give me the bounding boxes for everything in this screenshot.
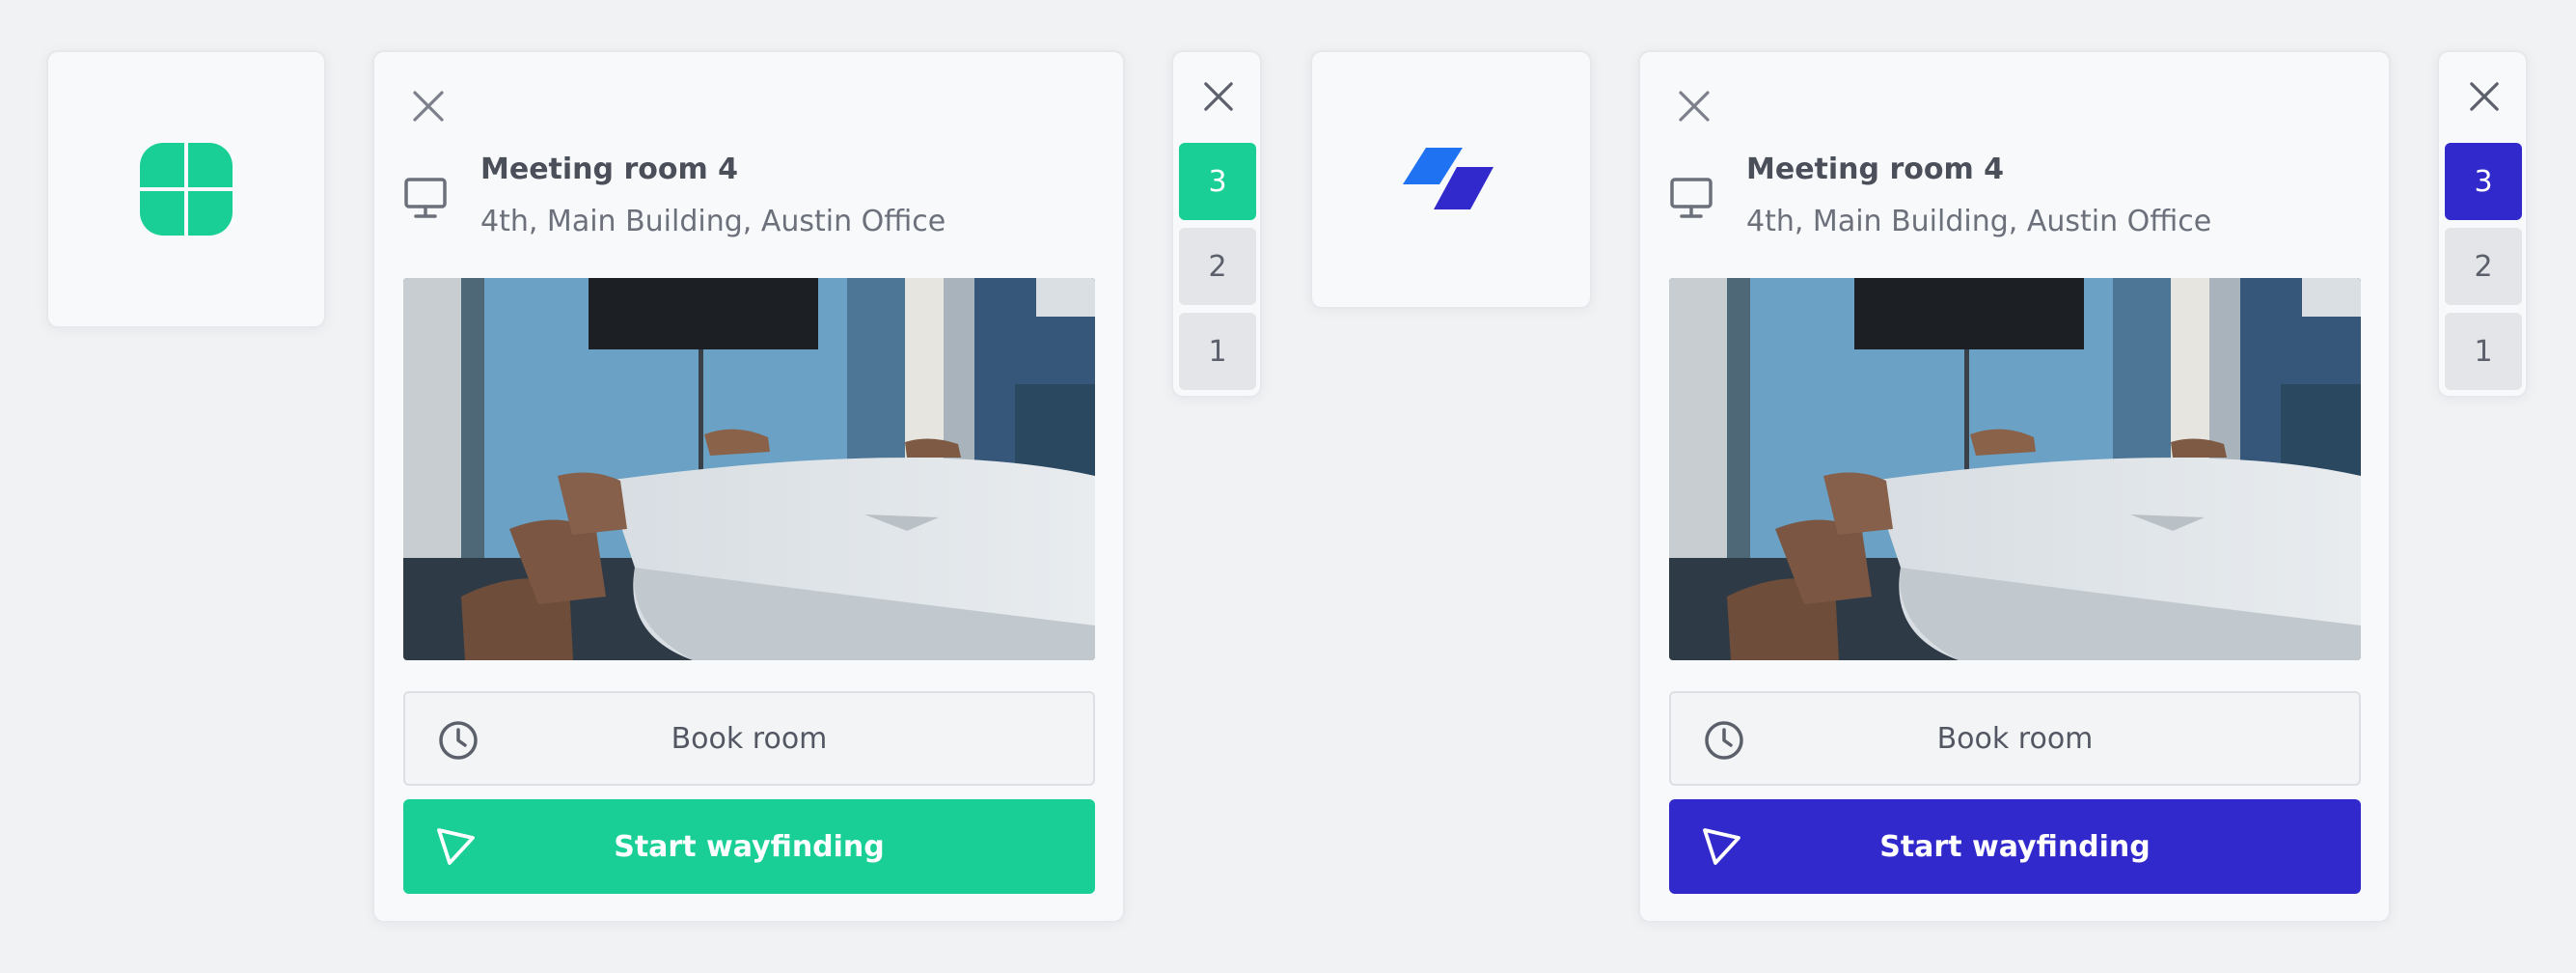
book-room-button[interactable]: Book room xyxy=(1669,691,2361,786)
close-icon[interactable] xyxy=(409,87,448,125)
clock-icon xyxy=(1705,721,1743,760)
room-header: Meeting room 4 4th, Main Building, Austi… xyxy=(403,153,1094,239)
floor-button-1[interactable]: 1 xyxy=(2445,313,2522,390)
close-icon[interactable] xyxy=(1675,87,1713,125)
floor-button-1[interactable]: 1 xyxy=(1179,313,1256,390)
room-location: 4th, Main Building, Austin Office xyxy=(480,205,946,238)
room-location: 4th, Main Building, Austin Office xyxy=(1746,205,2212,238)
location-details-panel: Meeting room 4 4th, Main Building, Austi… xyxy=(372,50,1125,923)
start-wayfinding-button[interactable]: Start wayfinding xyxy=(1669,799,2361,894)
floor-button-3[interactable]: 3 xyxy=(1179,143,1256,220)
floor-button-2[interactable]: 2 xyxy=(1179,228,1256,305)
blue-parallelogram-logo-icon xyxy=(1403,148,1494,209)
floor-selector: 3 2 1 xyxy=(1171,50,1262,398)
brand-logo-card xyxy=(1310,50,1592,309)
monitor-icon xyxy=(404,178,447,218)
book-room-label: Book room xyxy=(1936,721,2094,756)
navigation-arrow-icon xyxy=(1703,828,1740,865)
monitor-icon xyxy=(1670,178,1713,218)
floor-button-3[interactable]: 3 xyxy=(2445,143,2522,220)
meeting-room-photo xyxy=(403,278,1095,660)
brand-logo-card xyxy=(46,50,326,328)
floor-selector: 3 2 1 xyxy=(2437,50,2528,398)
close-icon[interactable] xyxy=(1199,77,1238,116)
book-room-button[interactable]: Book room xyxy=(403,691,1095,786)
clock-icon xyxy=(439,721,478,760)
book-room-label: Book room xyxy=(671,721,828,756)
navigation-arrow-icon xyxy=(437,828,475,865)
room-header: Meeting room 4 4th, Main Building, Austi… xyxy=(1669,153,2360,239)
room-name: Meeting room 4 xyxy=(480,153,739,186)
floor-button-2[interactable]: 2 xyxy=(2445,228,2522,305)
green-clover-logo-icon xyxy=(140,143,233,236)
start-wayfinding-label: Start wayfinding xyxy=(1879,829,2151,864)
location-details-panel: Meeting room 4 4th, Main Building, Austi… xyxy=(1638,50,2391,923)
meeting-room-photo xyxy=(1669,278,2361,660)
start-wayfinding-label: Start wayfinding xyxy=(614,829,885,864)
start-wayfinding-button[interactable]: Start wayfinding xyxy=(403,799,1095,894)
room-name: Meeting room 4 xyxy=(1746,153,2005,186)
close-icon[interactable] xyxy=(2465,77,2504,116)
